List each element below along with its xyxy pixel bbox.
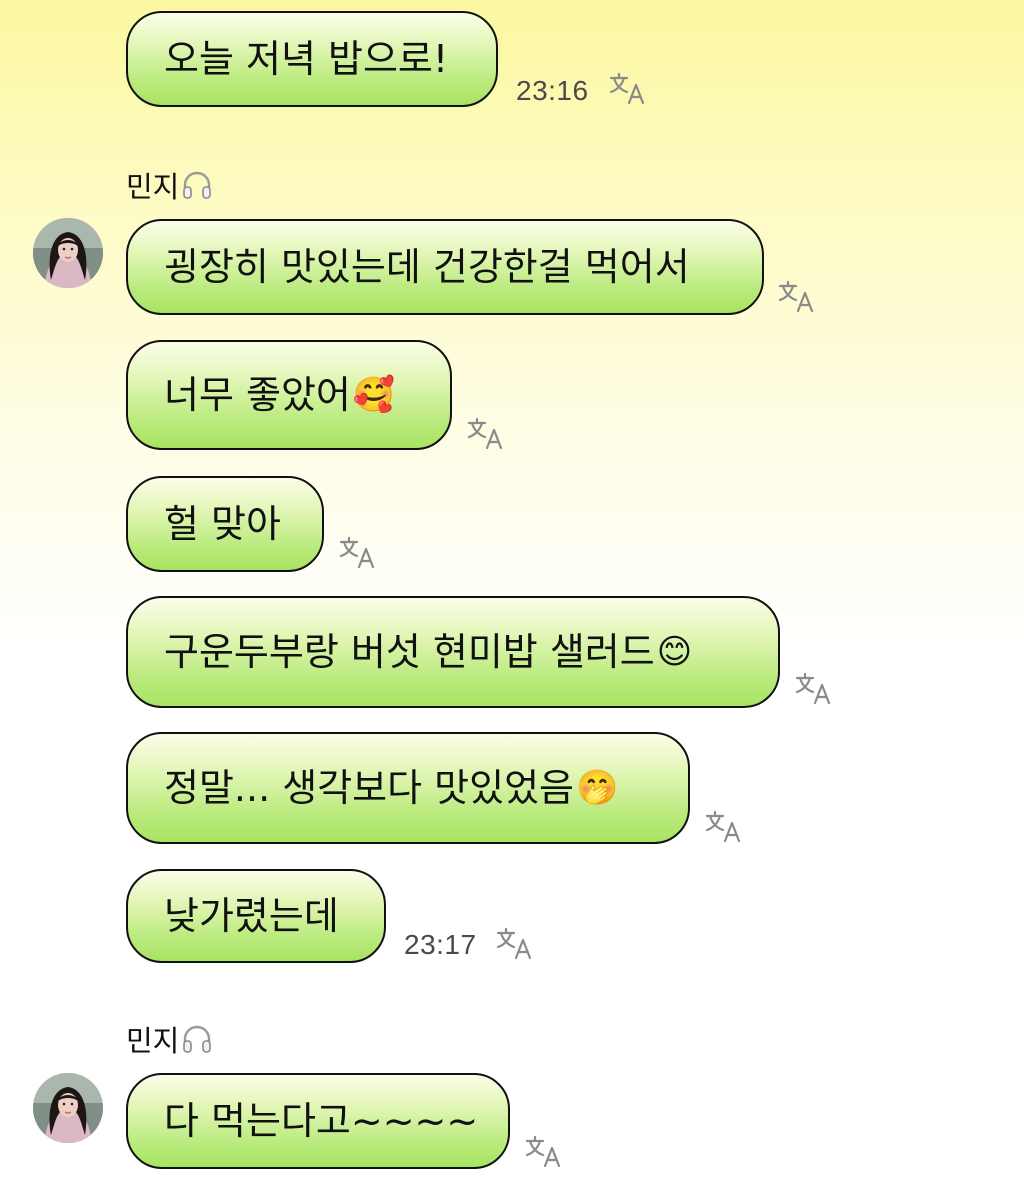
smiling-face-with-hearts-emoji: 🥰	[352, 375, 396, 415]
message-bubble[interactable]: 다 먹는다고~~~~	[126, 1073, 510, 1169]
sender-label: 민지	[126, 1024, 180, 1058]
message-bubble[interactable]: 오늘 저녁 밥으로!	[126, 11, 498, 107]
translate-icon[interactable]	[466, 415, 506, 451]
translate-icon[interactable]	[608, 70, 648, 106]
message-bubble[interactable]: 구운두부랑 버섯 현미밥 샐러드 😊	[126, 596, 780, 708]
message-bubble[interactable]: 낮가렸는데	[126, 869, 386, 963]
headphones-icon	[181, 169, 213, 201]
message-text: 정말... 생각보다 맛있었음	[164, 766, 574, 810]
smiling-face-emoji: 😊	[656, 632, 693, 672]
avatar[interactable]	[33, 1073, 103, 1143]
face-with-hand-over-mouth-emoji: 🤭	[576, 768, 619, 808]
message-timestamp: 23:16	[516, 75, 589, 106]
message-bubble[interactable]: 헐 맞아	[126, 476, 324, 572]
message-text: 헐 맞아	[164, 502, 281, 546]
translate-icon[interactable]	[524, 1133, 564, 1169]
message-text: 오늘 저녁 밥으로!	[164, 37, 449, 81]
translate-icon[interactable]	[777, 278, 817, 314]
message-bubble[interactable]: 너무 좋았어 🥰	[126, 340, 452, 450]
message-text: 낮가렸는데	[164, 894, 339, 938]
chat-view: 오늘 저녁 밥으로! 23:16 민지 굉장히 맛있는데 건강한걸 먹어서 너무…	[0, 0, 1024, 1182]
translate-icon[interactable]	[495, 925, 535, 961]
message-bubble[interactable]: 굉장히 맛있는데 건강한걸 먹어서	[126, 219, 764, 315]
message-text: 구운두부랑 버섯 현미밥 샐러드	[164, 630, 655, 674]
message-timestamp: 23:17	[404, 929, 477, 960]
translate-icon[interactable]	[338, 534, 378, 570]
message-bubble[interactable]: 정말... 생각보다 맛있었음 🤭	[126, 732, 690, 844]
sender-name: 민지	[126, 1018, 213, 1060]
message-text: 굉장히 맛있는데 건강한걸 먹어서	[164, 245, 690, 289]
translate-icon[interactable]	[704, 808, 744, 844]
translate-icon[interactable]	[794, 670, 834, 706]
message-text: 너무 좋았어	[164, 373, 351, 417]
avatar[interactable]	[33, 218, 103, 288]
message-text: 다 먹는다고~~~~	[164, 1099, 479, 1143]
sender-name: 민지	[126, 164, 213, 206]
sender-label: 민지	[126, 170, 180, 204]
headphones-icon	[181, 1023, 213, 1055]
